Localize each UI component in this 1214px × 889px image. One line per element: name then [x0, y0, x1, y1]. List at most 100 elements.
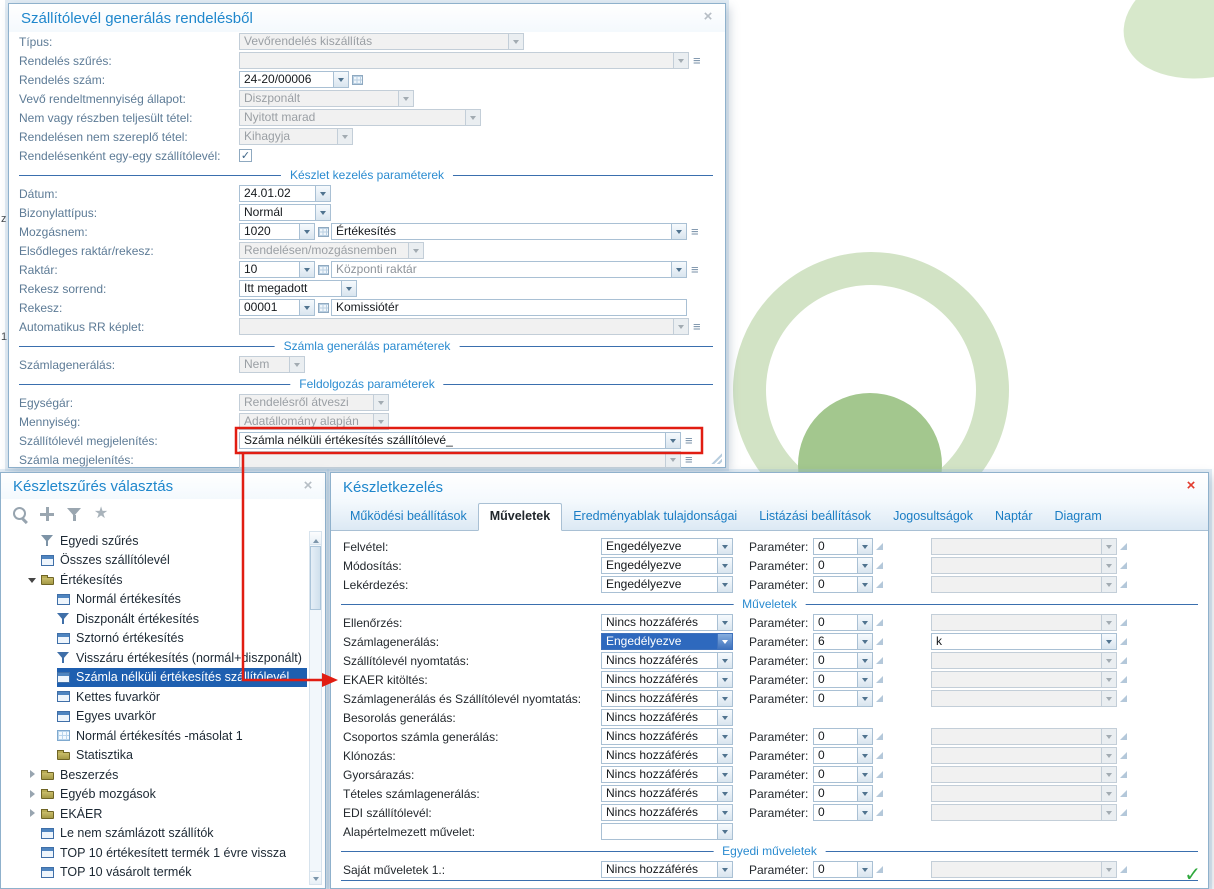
lookup-grid-icon[interactable] — [318, 227, 329, 237]
parameter-extra-dropdown[interactable] — [931, 671, 1117, 688]
rekesz-name-input[interactable]: Komissiótér — [331, 299, 687, 316]
teljesult-tetel-dropdown[interactable]: Nyitott marad — [239, 109, 481, 126]
parameter-dropdown[interactable]: 0 — [813, 576, 873, 593]
dropdown-arrow-icon[interactable] — [717, 748, 732, 763]
dropdown-arrow-icon[interactable] — [717, 558, 732, 573]
dropdown-arrow-icon[interactable] — [717, 615, 732, 630]
dropdown-arrow-icon[interactable] — [299, 300, 314, 315]
parameter-extra-dropdown[interactable] — [931, 690, 1117, 707]
parameter-extra-dropdown[interactable] — [931, 766, 1117, 783]
scrollbar[interactable] — [309, 531, 322, 885]
tab-diagram[interactable]: Diagram — [1044, 504, 1113, 530]
parameter-dropdown[interactable]: 6 — [813, 633, 873, 650]
dropdown-arrow-icon[interactable] — [373, 414, 388, 429]
expand-arrow-icon[interactable] — [25, 570, 41, 590]
dropdown-arrow-icon[interactable] — [315, 186, 330, 201]
dropdown-arrow-icon[interactable] — [341, 281, 356, 296]
parameter-dropdown[interactable]: 0 — [813, 652, 873, 669]
access-dropdown[interactable]: Nincs hozzáférés — [601, 728, 733, 745]
dropdown-arrow-icon[interactable] — [665, 452, 680, 467]
parameter-extra-dropdown[interactable] — [931, 861, 1117, 878]
tree-item[interactable]: Egyéb mozgások — [1, 785, 307, 805]
menu-icon[interactable] — [692, 321, 704, 333]
tree-item[interactable]: Beszerzés — [1, 765, 307, 785]
dropdown-arrow-icon[interactable] — [1101, 748, 1116, 763]
dropdown-arrow-icon[interactable] — [671, 224, 686, 239]
rendeles-szures-dropdown[interactable] — [239, 52, 689, 69]
parameter-extra-dropdown[interactable] — [931, 652, 1117, 669]
parameter-dropdown[interactable]: 0 — [813, 728, 873, 745]
dropdown-arrow-icon[interactable] — [1101, 729, 1116, 744]
tab-muveletek[interactable]: Műveletek — [478, 503, 562, 531]
accept-check-icon[interactable]: ✓ — [1184, 862, 1201, 887]
tree-item[interactable]: Visszáru értékesítés (normál+diszponált) — [1, 648, 307, 668]
tree-item[interactable]: Normál értékesítés — [1, 590, 307, 610]
dropdown-arrow-icon[interactable] — [1101, 767, 1116, 782]
dropdown-arrow-icon[interactable] — [857, 634, 872, 649]
menu-icon[interactable] — [692, 55, 704, 67]
szamla-megjelenites-dropdown[interactable] — [239, 451, 681, 468]
access-dropdown[interactable]: Engedélyezve — [601, 538, 733, 555]
tree-item[interactable]: TOP 10 értékesített termék 1 évre vissza — [1, 843, 307, 863]
menu-icon[interactable] — [684, 454, 696, 466]
access-dropdown[interactable]: Nincs hozzáférés — [601, 785, 733, 802]
dropdown-arrow-icon[interactable] — [717, 653, 732, 668]
dropdown-arrow-icon[interactable] — [1101, 691, 1116, 706]
dropdown-arrow-icon[interactable] — [333, 72, 348, 87]
parameter-dropdown[interactable]: 0 — [813, 538, 873, 555]
dropdown-arrow-icon[interactable] — [857, 539, 872, 554]
dropdown-arrow-icon[interactable] — [337, 129, 352, 144]
access-dropdown[interactable]: Engedélyezve — [601, 576, 733, 593]
dropdown-arrow-icon[interactable] — [1101, 615, 1116, 630]
parameter-extra-dropdown[interactable] — [931, 785, 1117, 802]
tipus-dropdown[interactable]: Vevőrendelés kiszállítás — [239, 33, 524, 50]
dropdown-arrow-icon[interactable] — [1101, 862, 1116, 877]
dropdown-arrow-icon[interactable] — [717, 824, 732, 839]
add-icon[interactable] — [38, 505, 56, 523]
dropdown-arrow-icon[interactable] — [1101, 558, 1116, 573]
access-dropdown[interactable]: Nincs hozzáférés — [601, 614, 733, 631]
szamlageneralas-dropdown[interactable]: Nem — [239, 356, 305, 373]
dropdown-arrow-icon[interactable] — [671, 262, 686, 277]
menu-icon[interactable] — [684, 435, 696, 447]
dropdown-arrow-icon[interactable] — [717, 634, 732, 649]
dropdown-arrow-icon[interactable] — [1101, 539, 1116, 554]
dropdown-arrow-icon[interactable] — [857, 577, 872, 592]
dropdown-arrow-icon[interactable] — [299, 262, 314, 277]
dropdown-arrow-icon[interactable] — [717, 767, 732, 782]
dropdown-arrow-icon[interactable] — [299, 224, 314, 239]
dropdown-arrow-icon[interactable] — [857, 748, 872, 763]
access-dropdown[interactable]: Nincs hozzáférés — [601, 671, 733, 688]
dropdown-arrow-icon[interactable] — [717, 539, 732, 554]
access-dropdown[interactable] — [601, 823, 733, 840]
dropdown-arrow-icon[interactable] — [857, 615, 872, 630]
dropdown-arrow-icon[interactable] — [717, 805, 732, 820]
szallitolevel-megjelenites-dropdown[interactable]: Számla nélküli értékesítés szállítólevé_ — [239, 432, 681, 449]
close-icon[interactable]: × — [700, 9, 716, 25]
dropdown-arrow-icon[interactable] — [673, 319, 688, 334]
access-dropdown[interactable]: Engedélyezve — [601, 633, 733, 650]
rekesz-code-dropdown[interactable]: 00001 — [239, 299, 315, 316]
dialog-titlebar[interactable]: Készletkezelés — [331, 473, 1208, 501]
dropdown-arrow-icon[interactable] — [315, 205, 330, 220]
scroll-up-icon[interactable] — [310, 532, 321, 545]
dropdown-arrow-icon[interactable] — [717, 786, 732, 801]
mozgasnem-name-dropdown[interactable]: Értékesítés — [331, 223, 687, 240]
lookup-grid-icon[interactable] — [318, 303, 329, 313]
dropdown-arrow-icon[interactable] — [1101, 786, 1116, 801]
dropdown-arrow-icon[interactable] — [857, 691, 872, 706]
lookup-grid-icon[interactable] — [318, 265, 329, 275]
dropdown-arrow-icon[interactable] — [857, 653, 872, 668]
dropdown-arrow-icon[interactable] — [857, 729, 872, 744]
dropdown-arrow-icon[interactable] — [717, 577, 732, 592]
parameter-dropdown[interactable]: 0 — [813, 690, 873, 707]
parameter-dropdown[interactable]: 0 — [813, 747, 873, 764]
access-dropdown[interactable]: Nincs hozzáférés — [601, 747, 733, 764]
tree-item[interactable]: Kettes fuvarkör — [1, 687, 307, 707]
dropdown-arrow-icon[interactable] — [717, 862, 732, 877]
dropdown-arrow-icon[interactable] — [1101, 653, 1116, 668]
dropdown-arrow-icon[interactable] — [508, 34, 523, 49]
dialog-titlebar[interactable]: Készletszűrés választás — [1, 473, 325, 499]
dropdown-arrow-icon[interactable] — [289, 357, 304, 372]
tree-item[interactable]: TOP 10 vásárolt termék — [1, 863, 307, 883]
